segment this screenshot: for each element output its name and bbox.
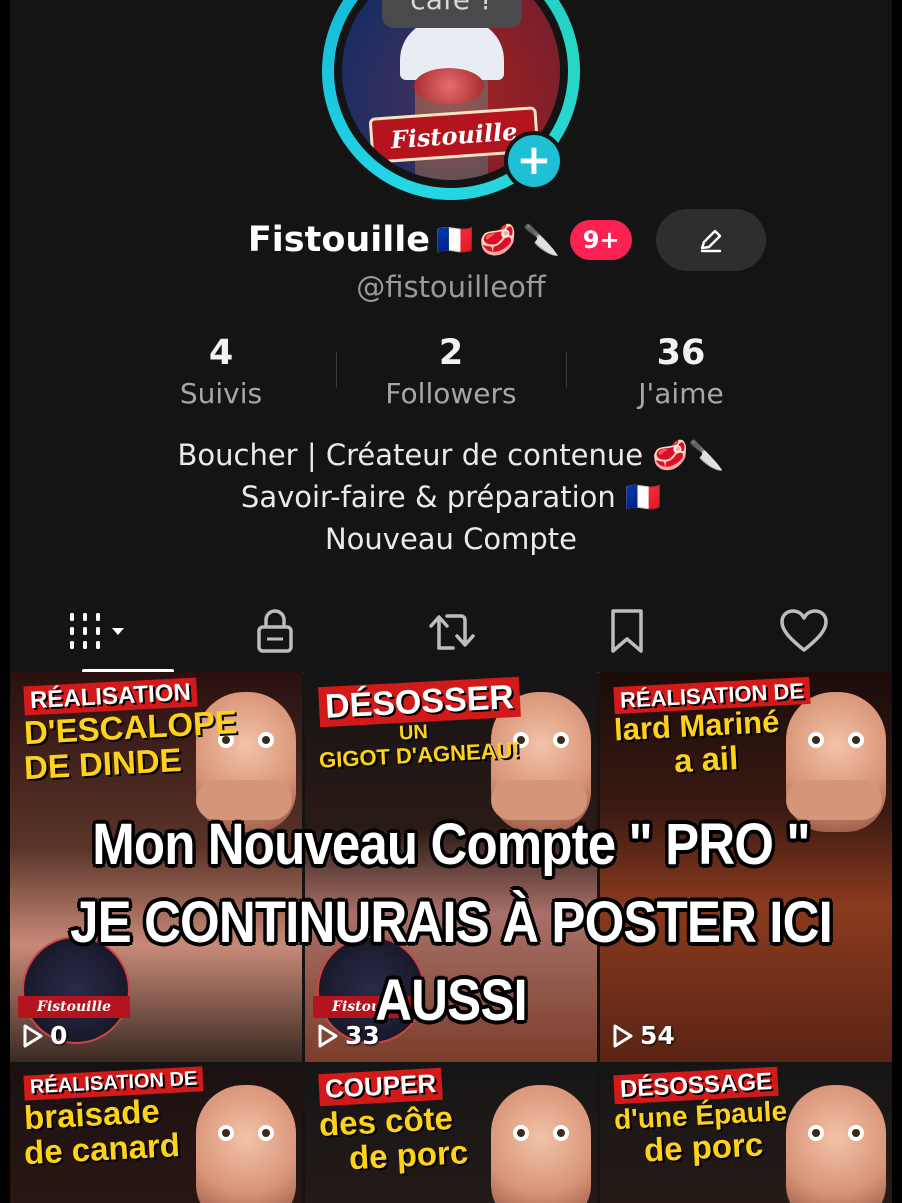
title-sub: de canard (23, 1126, 181, 1172)
knife-emoji: 🔪 (522, 222, 561, 258)
username-handle: @fistouilleoff (356, 270, 546, 304)
profile-bio: Boucher | Créateur de contenue 🥩🔪 Savoir… (0, 434, 902, 560)
tab-private[interactable] (186, 590, 362, 672)
meat-emoji: 🥩 (479, 222, 517, 258)
video-thumbnail[interactable]: RÉALISATION DE braisade de canard (10, 1065, 302, 1203)
tab-videos[interactable] (10, 590, 186, 673)
play-icon (23, 1024, 43, 1047)
name-row: Fistouille 🇫🇷 🥩 🔪 9+ (0, 209, 902, 271)
add-story-button[interactable]: + (504, 131, 564, 191)
following-label: Suivis (179, 377, 263, 410)
notification-badge[interactable]: 9+ (570, 220, 633, 260)
likes-count: 36 (656, 333, 706, 373)
likes-label: J'aime (638, 377, 724, 410)
bio-line: Savoir-faire & préparation 🇫🇷 (240, 480, 662, 514)
lock-icon (256, 609, 293, 653)
heart-icon (780, 609, 828, 652)
stat-followers[interactable]: 2 Followers (336, 330, 566, 420)
stat-following[interactable]: 4 Suivis (106, 330, 336, 420)
followers-label: Followers (385, 377, 517, 410)
left-edge (0, 0, 10, 1203)
video-title: RÉALISATION DE braisade de canard (23, 1066, 224, 1171)
tab-liked[interactable] (716, 590, 892, 672)
story-note-bubble[interactable]: café ? (382, 0, 522, 28)
flag-emoji: 🇫🇷 (436, 222, 474, 258)
profile-tabs (10, 590, 892, 673)
edit-profile-button[interactable] (656, 209, 767, 271)
profile-stats: 4 Suivis 2 Followers 36 J'aime (106, 330, 796, 420)
plus-icon: + (508, 135, 560, 187)
following-count: 4 (208, 333, 234, 373)
pencil-icon (700, 229, 722, 253)
overlay-line: Mon Nouveau Compte " PRO " (92, 812, 810, 877)
title-sub: de porc (643, 1125, 765, 1169)
video-title: COUPER des côte de porc (318, 1067, 509, 1176)
tab-favorites[interactable] (539, 590, 715, 672)
video-title: DÉSOSSER UN GIGOT D'AGNEAU! (318, 676, 539, 773)
stat-likes[interactable]: 36 J'aime (566, 330, 796, 420)
videos-grid-icon (70, 613, 125, 649)
overlay-line: JE CONTINURAIS À POSTER ICI AUSSI (70, 890, 833, 1033)
bookmark-icon (611, 609, 644, 653)
video-title: RÉALISATION D'ESCALOPE DE DINDE (23, 677, 238, 787)
video-thumbnail[interactable]: DÉSOSSAGE d'une Épaule de porc (600, 1065, 892, 1203)
display-name: Fistouille (247, 220, 431, 260)
video-thumbnail[interactable]: COUPER des côte de porc (305, 1065, 597, 1203)
bio-line: Boucher | Créateur de contenue 🥩🔪 (177, 438, 725, 472)
video-title: DÉSOSSAGE d'une Épaule de porc (613, 1066, 814, 1169)
bio-line: Nouveau Compte (324, 522, 578, 556)
right-edge (892, 0, 902, 1203)
tab-reposts[interactable] (363, 590, 539, 672)
overlay-caption: Mon Nouveau Compte " PRO " JE CONTINURAI… (54, 806, 848, 1040)
video-title: RÉALISATION DE lard Mariné a ail (613, 676, 824, 780)
repost-icon (429, 614, 475, 650)
followers-count: 2 (438, 333, 464, 373)
title-sub: DE DINDE (23, 741, 183, 787)
